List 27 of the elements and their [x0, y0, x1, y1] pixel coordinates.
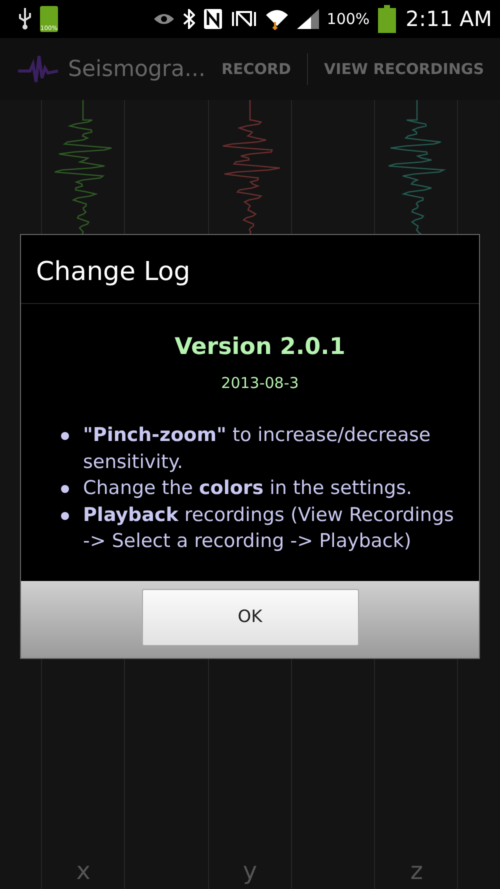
dialog-title: Change Log [21, 235, 479, 304]
version-heading: Version 2.0.1 [174, 334, 346, 360]
app-title: Seismogra... [68, 56, 206, 82]
bullet-icon [61, 512, 69, 520]
wifi-icon [264, 8, 289, 30]
signal-icon [296, 9, 319, 29]
bullet-icon [61, 485, 69, 493]
bluetooth-icon [182, 9, 195, 29]
action-bar-button[interactable]: RECORD [205, 60, 307, 78]
clock-time: 2:11 AM [406, 7, 492, 31]
battery-icon [378, 5, 396, 33]
ok-button[interactable]: OK [142, 588, 358, 646]
release-date: 2013-08-3 [221, 374, 299, 392]
action-bar-button[interactable]: VIEW RECORDINGS [308, 60, 500, 78]
nfc-icon [202, 8, 223, 30]
waveform-logo-icon [18, 54, 58, 84]
battery-percent: 100% [326, 10, 370, 28]
vibrate-off-icon [230, 9, 257, 29]
axis-label: y [242, 857, 258, 885]
changelog-item: Change the colors in the settings. [83, 476, 412, 501]
axis-label: z [410, 857, 423, 885]
changelog-item: "Pinch-zoom" to increase/decrease sensitivity. [83, 423, 432, 474]
eye-icon [152, 12, 175, 26]
changelog-item: Playback recordings (View Recordings -> Select a recording -> Playback) [83, 502, 455, 554]
bullet-icon [61, 432, 69, 440]
usb-icon [18, 8, 32, 30]
axis-label: x [76, 857, 90, 885]
